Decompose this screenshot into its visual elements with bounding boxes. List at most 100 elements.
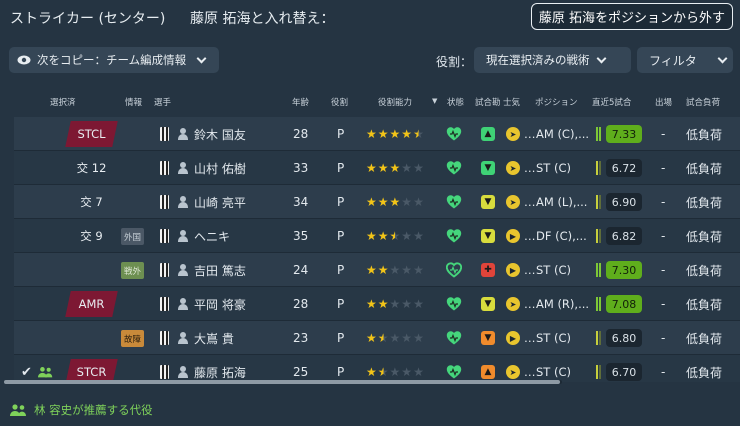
role-ability-stars: ★ ★ ★ ★ ★ bbox=[366, 287, 424, 321]
player-role: P bbox=[337, 127, 345, 141]
player-position: ST (C) bbox=[536, 161, 571, 175]
morale-icon: ➤ bbox=[506, 297, 520, 311]
remove-from-position-button[interactable]: 藤原 拓海をポジションから外す bbox=[531, 3, 733, 30]
player-profile-icon[interactable] bbox=[178, 298, 188, 310]
col-header-age[interactable]: 年齢 bbox=[292, 96, 309, 108]
col-header-player[interactable]: 選手 bbox=[154, 96, 171, 108]
kit-icon bbox=[160, 263, 169, 277]
scrollbar-thumb[interactable] bbox=[4, 380, 560, 384]
player-profile-icon[interactable] bbox=[178, 332, 188, 344]
player-appearances: - bbox=[661, 297, 666, 311]
col-header-selected[interactable]: 選択済 bbox=[50, 96, 76, 108]
col-header-appearances[interactable]: 出場 bbox=[655, 96, 672, 108]
info-badge[interactable]: 外国 bbox=[121, 228, 145, 245]
col-header-condition[interactable]: 状態 bbox=[447, 96, 464, 108]
ellipsis-text: … bbox=[524, 127, 536, 141]
player-name[interactable]: 山崎 亮平 bbox=[194, 185, 246, 219]
player-name[interactable]: 鈴木 国友 bbox=[194, 117, 246, 151]
player-position: AM (L),... bbox=[536, 195, 588, 209]
player-name[interactable]: 吉田 篤志 bbox=[194, 253, 246, 287]
suggestion-text: 林 容史が推薦する代役 bbox=[34, 403, 153, 417]
filter-button[interactable]: フィルタ bbox=[637, 47, 733, 73]
player-name[interactable]: ヘニキ bbox=[194, 219, 230, 253]
slot-label bbox=[68, 321, 115, 355]
match-fitness-icon: ▼ bbox=[481, 297, 495, 311]
copy-label: 次をコピー：チーム編成情報 bbox=[37, 53, 187, 67]
player-appearances: - bbox=[661, 161, 666, 175]
heart-icon bbox=[446, 229, 462, 243]
col-header-position[interactable]: ポジション bbox=[535, 96, 578, 108]
star-icon: ★ bbox=[401, 127, 413, 141]
player-name[interactable]: 山村 佑樹 bbox=[194, 151, 246, 185]
table-row[interactable]: AMR 平岡 将豪 28 P ★ ★ ★ ★ ★ ▼ ➤… AM (R),... 7.08- 低負荷 bbox=[14, 287, 740, 321]
kit-icon bbox=[160, 195, 169, 209]
info-badge[interactable]: 故障 bbox=[121, 330, 145, 347]
sort-desc-icon: ▼ bbox=[432, 97, 438, 105]
player-profile-icon[interactable] bbox=[178, 128, 188, 140]
suggested-replacement[interactable]: 林 容史が推薦する代役 bbox=[10, 402, 153, 418]
player-match-load: 低負荷 bbox=[686, 263, 723, 278]
player-match-load: 低負荷 bbox=[686, 297, 723, 312]
star-icon: ★ bbox=[401, 365, 413, 379]
star-icon: ★ bbox=[413, 229, 424, 243]
player-appearances: - bbox=[661, 365, 666, 379]
star-icon: ★ bbox=[366, 229, 377, 243]
star-icon: ★ bbox=[377, 297, 389, 311]
average-rating-badge: 6.80 bbox=[606, 329, 642, 347]
player-name[interactable]: 大嶌 貴 bbox=[194, 321, 234, 355]
player-appearances: - bbox=[661, 127, 666, 141]
player-role: P bbox=[337, 297, 345, 311]
info-badge[interactable]: 戦外 bbox=[121, 262, 145, 279]
star-icon: ★ bbox=[377, 195, 389, 209]
player-name[interactable]: 平岡 将豪 bbox=[194, 287, 246, 321]
player-profile-icon[interactable] bbox=[178, 196, 188, 208]
table-row[interactable]: 故障 大嶌 貴 23 P ★ ★ ★ ★ ★ ▼ ▶… ST (C) 6.80- 低負荷 bbox=[14, 321, 740, 355]
match-fitness-icon: ✚ bbox=[481, 263, 495, 277]
table-row[interactable]: ✔ STCR 藤原 拓海 25 P ★ ★ ★ ★ ★ ▲ ➤… ST (C) 6.70- 低負荷 bbox=[14, 355, 740, 382]
col-header-role[interactable]: 役割 bbox=[331, 96, 348, 108]
col-header-role-ability[interactable]: 役割能力 bbox=[378, 96, 412, 108]
ellipsis-text: … bbox=[524, 161, 536, 175]
check-icon: ✔ bbox=[21, 364, 32, 380]
star-icon: ★ bbox=[413, 161, 424, 175]
table-row[interactable]: 戦外 吉田 篤志 24 P ★ ★ ★ ★ ★ ✚ ▶… ST (C) 7.30- 低負荷 bbox=[14, 253, 740, 287]
role-select-value: 現在選択済みの戦術 bbox=[486, 53, 590, 67]
player-profile-icon[interactable] bbox=[178, 264, 188, 276]
star-icon: ★ bbox=[413, 297, 424, 311]
average-rating-badge: 7.30 bbox=[606, 261, 642, 279]
match-fitness-icon: ▲ bbox=[481, 365, 495, 379]
star-icon: ★ bbox=[389, 331, 401, 345]
col-header-morale[interactable]: 士気 bbox=[503, 96, 520, 108]
match-fitness-icon: ▼ bbox=[481, 195, 495, 209]
kit-icon bbox=[160, 127, 169, 141]
player-appearances: - bbox=[661, 195, 666, 209]
player-name[interactable]: 藤原 拓海 bbox=[194, 355, 246, 382]
star-icon: ★ bbox=[377, 331, 389, 345]
player-age: 23 bbox=[293, 331, 309, 345]
star-icon: ★ bbox=[413, 195, 424, 209]
table-row[interactable]: STCL 鈴木 国友 28 P ★ ★ ★ ★ ★ ▲ ➤… AM (C),... 7.33- 低負荷 bbox=[14, 117, 740, 151]
col-header-match-fitness[interactable]: 試合勘 bbox=[475, 96, 501, 108]
copy-dropdown-button[interactable]: 次をコピー：チーム編成情報 bbox=[9, 47, 219, 73]
star-icon: ★ bbox=[366, 331, 377, 345]
col-header-match-load[interactable]: 試合負荷 bbox=[686, 96, 720, 108]
player-position: AM (C),... bbox=[536, 127, 590, 141]
player-profile-icon[interactable] bbox=[178, 366, 188, 378]
player-position: ST (C) bbox=[536, 331, 571, 345]
star-icon: ★ bbox=[377, 161, 389, 175]
table-row[interactable]: 交 9 外国 ヘニキ 35 P ★ ★ ★ ★ ★ ▼ ▶… DF (C),... 6.82- 低負荷 bbox=[14, 219, 740, 253]
table-row[interactable]: 交 12 山村 佑樹 33 P ★ ★ ★ ★ ★ ▼ ➤… ST (C) 6.72- 低負荷 bbox=[14, 151, 740, 185]
chevron-down-icon bbox=[717, 53, 728, 63]
player-match-load: 低負荷 bbox=[686, 195, 723, 210]
player-profile-icon[interactable] bbox=[178, 230, 188, 242]
table-row[interactable]: 交 7 山崎 亮平 34 P ★ ★ ★ ★ ★ ▼ ➤… AM (L),... 6.90- 低負荷 bbox=[14, 185, 740, 219]
player-profile-icon[interactable] bbox=[178, 162, 188, 174]
star-icon: ★ bbox=[413, 263, 424, 277]
col-header-last5[interactable]: 直近5試合 bbox=[592, 96, 631, 108]
ellipsis-text: … bbox=[524, 195, 536, 209]
star-icon: ★ bbox=[413, 127, 424, 141]
role-select[interactable]: 現在選択済みの戦術 bbox=[474, 47, 631, 73]
col-header-info[interactable]: 情報 bbox=[125, 96, 142, 108]
player-appearances: - bbox=[661, 229, 666, 243]
star-icon: ★ bbox=[377, 229, 389, 243]
